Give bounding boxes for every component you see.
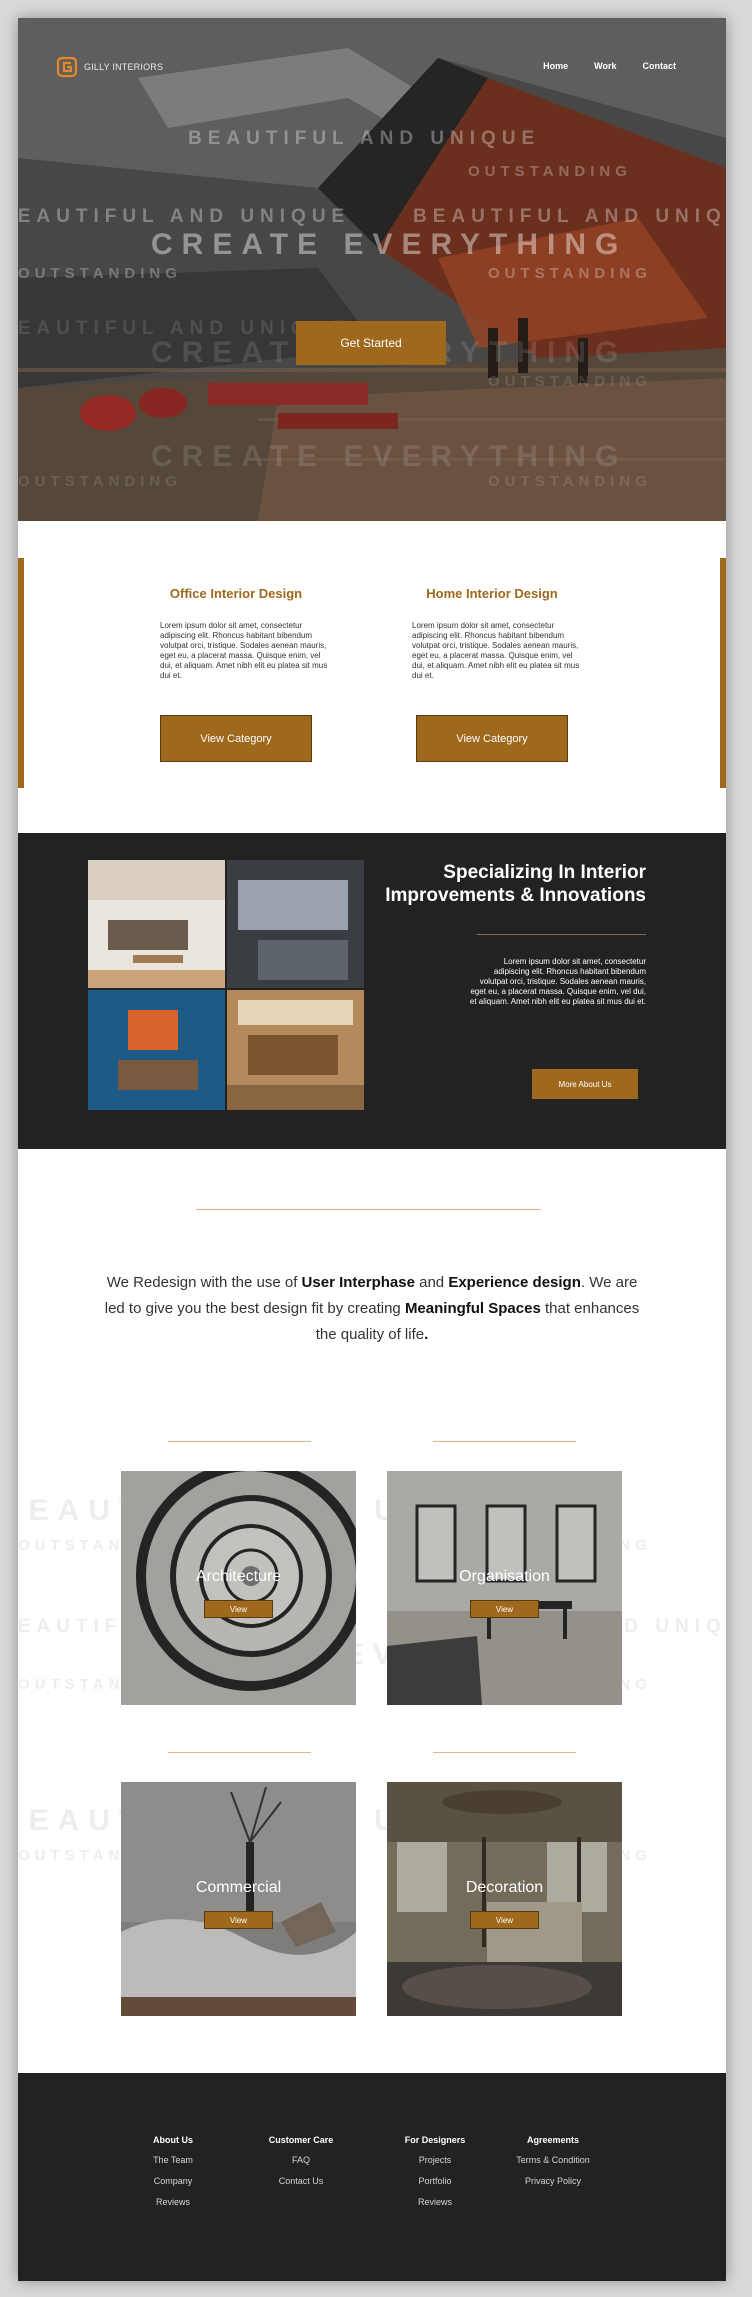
statement-emphasis: Experience design <box>448 1274 581 1291</box>
nav-home[interactable]: Home <box>543 61 568 71</box>
statement-emphasis: Meaningful Spaces <box>404 1300 541 1317</box>
hero-watermark: CREATE EVERYTHING <box>151 228 628 261</box>
card-title: Commercial <box>195 1879 282 1896</box>
hero-watermark: OUTSTANDING <box>18 473 182 490</box>
specializing-text: Lorem ipsum dolor sit amet, consectetur … <box>469 957 646 1006</box>
card-rule <box>433 1752 576 1753</box>
footer-link-the-team[interactable]: The Team <box>113 2155 233 2165</box>
footer-column-designers: For Designers Projects Portfolio Reviews <box>375 2135 495 2218</box>
hero-watermark: CREATE EVERYTHING <box>151 440 628 473</box>
brand-name: GILLY INTERIORS <box>84 62 164 72</box>
card-overlay <box>121 1782 356 2016</box>
divider <box>196 1209 541 1210</box>
card-rule <box>168 1752 311 1753</box>
redesign-section: We Redesign with the use of User Interph… <box>18 1149 726 2073</box>
page: BEAUTIFUL AND UNIQUE OUTSTANDING BEAUTIF… <box>18 18 726 2281</box>
hero-watermark: OUTSTANDING <box>18 265 182 282</box>
specializing-title: Specializing In Interior Improvements & … <box>385 862 646 906</box>
card-commercial[interactable]: Commercial View <box>121 1782 356 2016</box>
card-architecture[interactable]: Architecture View <box>121 1471 356 1705</box>
footer-link-terms[interactable]: Terms & Condition <box>493 2155 613 2165</box>
footer-heading: About Us <box>153 2135 193 2145</box>
hero-watermark: BEAUTIFUL AND UNIQUE <box>188 128 541 149</box>
footer-link-contact-us[interactable]: Contact Us <box>241 2176 361 2186</box>
footer-link-privacy[interactable]: Privacy Policy <box>493 2176 613 2186</box>
hero-watermark: OUTSTANDING <box>488 473 652 490</box>
hero-watermark: BEAUTIFUL AND UNIQUE <box>18 206 351 227</box>
footer-link-portfolio[interactable]: Portfolio <box>375 2176 495 2186</box>
footer-column-about: About Us The Team Company Reviews <box>113 2135 233 2218</box>
card-title: Decoration <box>465 1879 544 1896</box>
accent-bar-right <box>720 558 726 788</box>
hero-watermark: OUTSTANDING <box>488 373 652 390</box>
commercial-view-button[interactable]: View <box>204 1911 273 1929</box>
office-design-text: Lorem ipsum dolor sit amet, consectetur … <box>160 621 328 680</box>
card-rule <box>433 1441 576 1442</box>
nav-contact[interactable]: Contact <box>643 61 677 71</box>
more-about-us-button[interactable]: More About Us <box>532 1069 638 1099</box>
statement-emphasis: . <box>424 1326 429 1343</box>
divider <box>477 934 646 935</box>
footer-column-customer-care: Customer Care FAQ Contact Us <box>241 2135 361 2197</box>
home-view-category-button[interactable]: View Category <box>416 715 568 762</box>
nav-work[interactable]: Work <box>594 61 616 71</box>
home-design-title: Home Interior Design <box>426 586 558 601</box>
card-overlay <box>387 1471 622 1705</box>
footer-link-projects[interactable]: Projects <box>375 2155 495 2165</box>
hero-watermark: OUTSTANDING <box>468 163 632 180</box>
card-overlay <box>387 1782 622 2016</box>
footer-link-faq[interactable]: FAQ <box>241 2155 361 2165</box>
card-title: Organisation <box>459 1568 550 1585</box>
office-design-title: Office Interior Design <box>169 586 303 601</box>
categories-section: Office Interior Design Lorem ipsum dolor… <box>18 521 726 803</box>
office-view-category-button[interactable]: View Category <box>160 715 312 762</box>
hero-watermark: OUTSTANDING <box>488 265 652 282</box>
redesign-statement: We Redesign with the use of User Interph… <box>98 1270 646 1348</box>
footer-heading: For Designers <box>404 2135 466 2145</box>
card-title: Architecture <box>195 1568 282 1585</box>
footer-heading: Agreements <box>526 2135 580 2145</box>
footer-link-reviews[interactable]: Reviews <box>375 2197 495 2207</box>
interior-collage-image <box>88 860 364 1110</box>
brand[interactable]: GILLY INTERIORS <box>56 56 163 78</box>
top-nav: Home Work Contact <box>543 61 676 71</box>
logo-icon <box>56 56 78 78</box>
card-rule <box>168 1441 311 1442</box>
organisation-view-button[interactable]: View <box>470 1600 539 1618</box>
footer: About Us The Team Company Reviews Custom… <box>18 2073 726 2281</box>
footer-link-reviews[interactable]: Reviews <box>113 2197 233 2207</box>
specializing-section: Specializing In Interior Improvements & … <box>18 833 726 1149</box>
hero-watermark: BEAUTIFUL AND UNIQUE <box>413 206 726 227</box>
footer-link-company[interactable]: Company <box>113 2176 233 2186</box>
statement-text: and <box>414 1274 449 1291</box>
card-overlay <box>121 1471 356 1705</box>
hero-section: BEAUTIFUL AND UNIQUE OUTSTANDING BEAUTIF… <box>18 18 726 521</box>
card-organisation[interactable]: Organisation View <box>387 1471 622 1705</box>
card-decoration[interactable]: Decoration View <box>387 1782 622 2016</box>
get-started-button[interactable]: Get Started <box>296 321 446 365</box>
footer-column-agreements: Agreements Terms & Condition Privacy Pol… <box>493 2135 613 2197</box>
architecture-view-button[interactable]: View <box>204 1600 273 1618</box>
home-design-text: Lorem ipsum dolor sit amet, consectetur … <box>412 621 580 680</box>
statement-text: We Redesign with the use of <box>106 1274 302 1291</box>
accent-bar-left <box>18 558 24 788</box>
decoration-view-button[interactable]: View <box>470 1911 539 1929</box>
footer-heading: Customer Care <box>268 2135 334 2145</box>
statement-emphasis: User Interphase <box>301 1274 415 1291</box>
